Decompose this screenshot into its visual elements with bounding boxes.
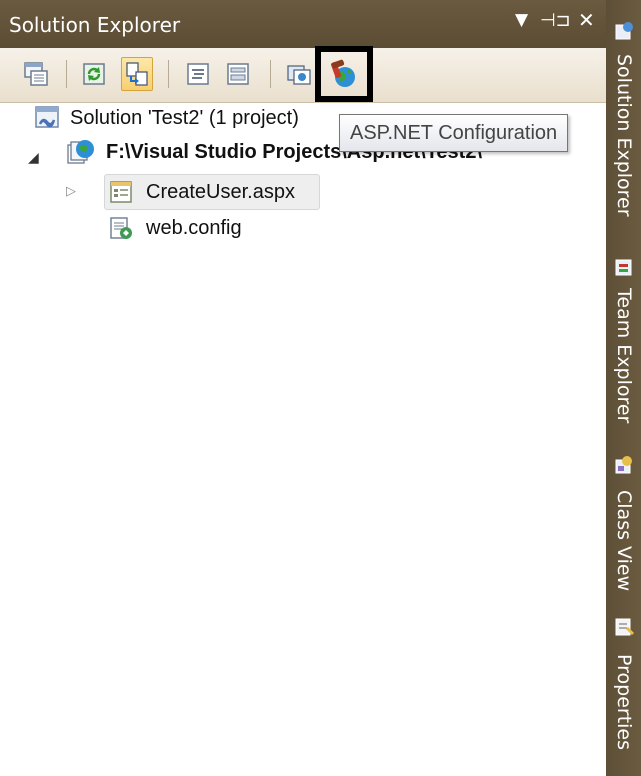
properties-button[interactable] bbox=[20, 57, 52, 91]
toolbar bbox=[0, 48, 606, 103]
copy-website-button[interactable] bbox=[283, 57, 315, 91]
nest-files-icon bbox=[126, 62, 148, 86]
panel-title: Solution Explorer bbox=[9, 13, 181, 37]
web-project-icon bbox=[67, 140, 94, 164]
close-icon[interactable]: ✕ bbox=[578, 8, 595, 32]
file-label: CreateUser.aspx bbox=[146, 180, 295, 203]
tree-file-item[interactable]: web.config bbox=[108, 212, 242, 244]
panel-title-bar[interactable]: Solution Explorer ▼ ⊣⊐ ✕ bbox=[0, 0, 606, 48]
side-tab-label: Class View bbox=[613, 490, 635, 592]
side-tab-label: Team Explorer bbox=[613, 288, 635, 424]
toolbar-separator bbox=[168, 60, 169, 88]
tooltip: ASP.NET Configuration bbox=[339, 114, 569, 152]
refresh-button[interactable] bbox=[78, 57, 110, 91]
view-designer-icon bbox=[227, 63, 249, 85]
solution-label: Solution 'Test2' (1 project) bbox=[70, 106, 299, 129]
toolbar-separator bbox=[270, 60, 271, 88]
file-label: web.config bbox=[146, 216, 242, 239]
side-tab-properties[interactable]: Properties bbox=[606, 612, 641, 776]
side-tab-label: Solution Explorer bbox=[613, 54, 635, 217]
solution-icon bbox=[35, 106, 59, 128]
view-code-button[interactable] bbox=[182, 57, 214, 91]
tooltip-text: ASP.NET Configuration bbox=[350, 121, 558, 144]
properties-icon bbox=[615, 618, 635, 636]
pin-icon[interactable]: ⊣⊐ bbox=[540, 10, 571, 31]
side-dock: Solution Explorer Team Explorer Class Vi… bbox=[606, 0, 641, 776]
class-view-icon bbox=[615, 456, 632, 474]
toolbar-separator bbox=[66, 60, 67, 88]
properties-icon bbox=[24, 62, 48, 86]
view-code-icon bbox=[187, 63, 209, 85]
tree-file-item[interactable]: CreateUser.aspx bbox=[108, 176, 295, 208]
nest-related-files-button[interactable] bbox=[121, 57, 153, 91]
highlight-box bbox=[315, 46, 373, 102]
view-designer-button[interactable] bbox=[222, 57, 254, 91]
solution-explorer-panel: Solution Explorer ▼ ⊣⊐ ✕ Solution 'Test2… bbox=[0, 0, 606, 776]
collapse-arrow-icon[interactable]: ◢ bbox=[28, 150, 39, 166]
tree-solution-node[interactable]: Solution 'Test2' (1 project) bbox=[34, 102, 299, 134]
side-tab-team-explorer[interactable]: Team Explorer bbox=[606, 250, 641, 440]
side-tab-class-view[interactable]: Class View bbox=[606, 450, 641, 610]
side-tab-label: Properties bbox=[613, 654, 635, 751]
solution-explorer-icon bbox=[615, 22, 633, 40]
refresh-icon bbox=[83, 63, 105, 85]
config-file-icon bbox=[110, 217, 132, 239]
copy-website-icon bbox=[287, 65, 311, 85]
dropdown-arrow-icon[interactable]: ▼ bbox=[515, 10, 528, 30]
side-tab-solution-explorer[interactable]: Solution Explorer bbox=[606, 0, 641, 240]
expand-arrow-icon[interactable]: ▷ bbox=[66, 184, 76, 199]
aspx-page-icon bbox=[110, 181, 132, 203]
team-explorer-icon bbox=[615, 259, 632, 276]
